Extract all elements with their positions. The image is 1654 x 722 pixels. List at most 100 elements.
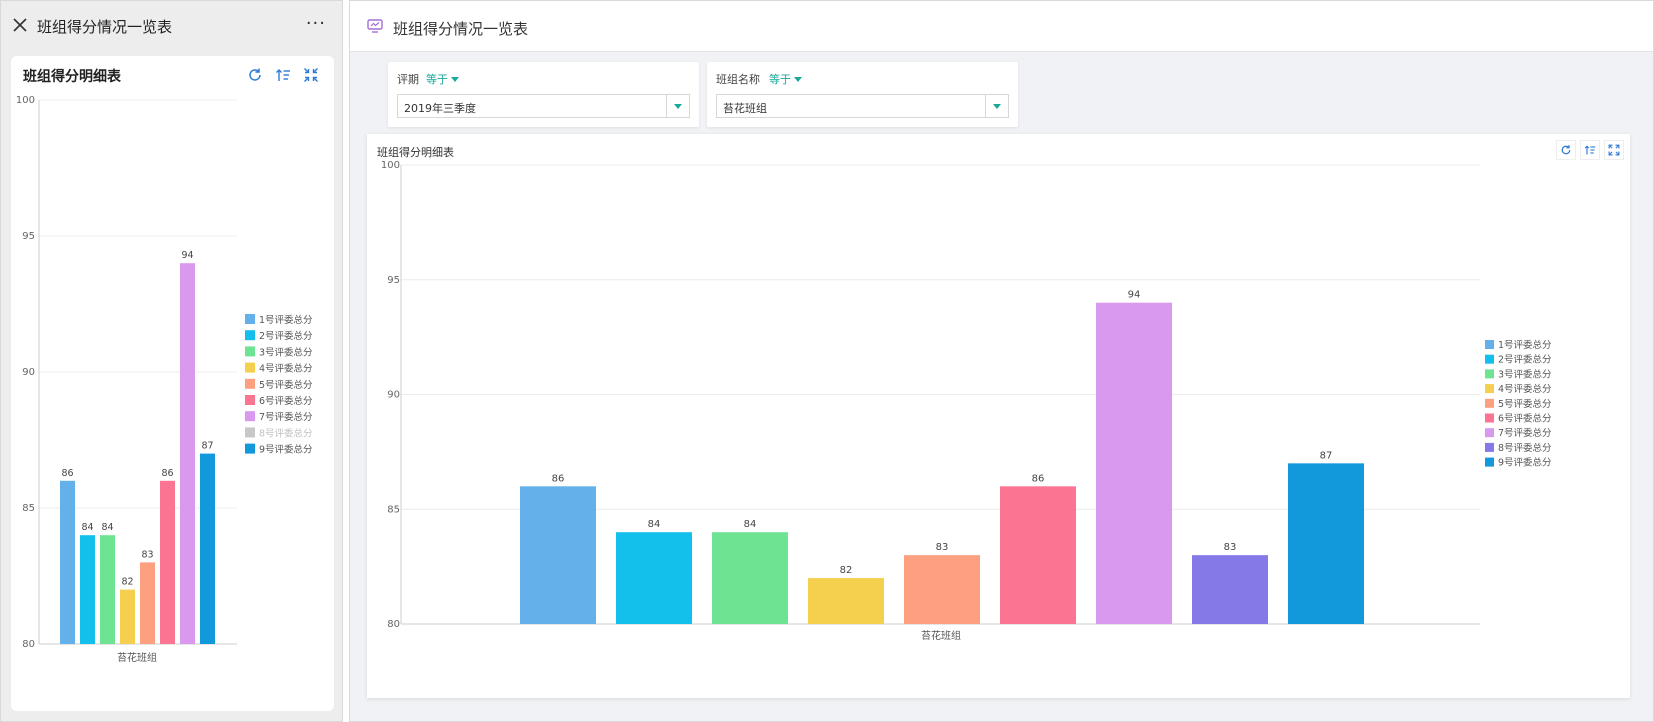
bar-7 <box>180 263 195 644</box>
bar-value-label: 86 <box>552 473 565 484</box>
chart-card-title: 班组得分明细表 <box>377 146 454 159</box>
close-icon[interactable] <box>13 18 27 32</box>
expand-icon[interactable] <box>1604 140 1624 160</box>
bar-8 <box>1192 555 1268 624</box>
bar-value-label: 86 <box>61 468 73 479</box>
bar-value-label: 84 <box>744 519 757 530</box>
dropdown-arrow-icon[interactable] <box>985 95 1008 117</box>
bar-value-label: 94 <box>181 250 193 261</box>
bar-4 <box>808 578 884 624</box>
legend-item: 4号评委总分 <box>1498 383 1552 395</box>
dashboard-header: 班组得分情况一览表 <box>350 1 1653 52</box>
bar-value-label: 82 <box>840 565 853 576</box>
bar-9 <box>1288 463 1364 624</box>
mobile-preview-panel: 班组得分情况一览表 ··· 班组得分明细表 80 85 90 95 100 86… <box>0 0 343 722</box>
mobile-header: 班组得分情况一览表 ··· <box>1 1 342 51</box>
bar-value-label: 94 <box>1128 290 1141 301</box>
y-tick-label: 95 <box>387 275 400 286</box>
y-tick-label: 90 <box>387 390 400 401</box>
dropdown-arrow-icon[interactable] <box>666 95 689 117</box>
caret-down-icon <box>794 76 802 82</box>
y-tick-label: 85 <box>22 503 35 514</box>
legend-item: 7号评委总分 <box>259 411 313 423</box>
bar-5 <box>140 562 155 644</box>
legend-swatch <box>1485 428 1494 438</box>
bar-value-label: 86 <box>1032 473 1045 484</box>
legend-item: 9号评委总分 <box>1498 457 1552 469</box>
chart-card: 80 85 90 95 100 86 84 84 82 83 86 94 83 87 苔花班组 1号评委总分 2… <box>367 134 1630 698</box>
bar-value-label: 83 <box>936 542 949 553</box>
bar-value-label: 84 <box>81 522 93 533</box>
y-tick-label: 100 <box>16 96 35 106</box>
filter-period-label: 评期 <box>397 73 419 86</box>
legend-swatch <box>1485 413 1494 423</box>
bar-value-label: 87 <box>1320 450 1333 461</box>
legend-swatch <box>1485 369 1494 379</box>
legend-item: 2号评委总分 <box>259 330 313 342</box>
bar-4 <box>120 589 135 644</box>
mobile-bar-chart: 80 85 90 95 100 86 84 84 82 83 86 94 87 苔花班组 1号评委总分 2号评… <box>16 96 313 664</box>
legend-swatch <box>1485 340 1494 349</box>
legend-item: 7号评委总分 <box>1498 427 1552 439</box>
bar-value-label: 87 <box>201 441 213 452</box>
filter-period-operator[interactable]: 等于 <box>426 71 459 87</box>
legend-item: 6号评委总分 <box>1498 413 1552 425</box>
y-tick-label: 90 <box>22 367 35 378</box>
filter-period-select[interactable]: 2019年三季度 <box>397 94 690 118</box>
legend-swatch <box>245 330 255 341</box>
legend-swatch <box>245 314 255 324</box>
legend-swatch <box>1485 457 1494 467</box>
legend-swatch <box>245 362 255 373</box>
bar-5 <box>904 555 980 624</box>
bar-value-label: 84 <box>101 522 113 533</box>
filter-period-value: 2019年三季度 <box>404 102 476 115</box>
mobile-page-title: 班组得分情况一览表 <box>37 18 173 36</box>
bar-6 <box>1000 486 1076 624</box>
bar-3 <box>712 532 788 624</box>
legend-swatch <box>245 411 255 422</box>
legend-item: 8号评委总分 <box>1498 442 1552 454</box>
bar-chart: 80 85 90 95 100 86 84 84 82 83 86 94 83 87 苔花班组 1号评委总分 2… <box>381 160 1552 642</box>
bar-3 <box>100 535 115 644</box>
bar-2 <box>80 535 95 644</box>
y-tick-label: 80 <box>387 619 400 630</box>
dashboard-panel: 班组得分情况一览表 评期 等于 2019年三季度 班组名称 等于 苔花班组 80… <box>349 0 1654 722</box>
x-category-label: 苔花班组 <box>921 629 961 642</box>
filter-team-operator-label: 等于 <box>769 73 791 86</box>
bar-value-label: 83 <box>1224 542 1237 553</box>
filter-team-select[interactable]: 苔花班组 <box>716 94 1009 118</box>
legend-item: 3号评委总分 <box>1498 368 1552 380</box>
bar-value-label: 84 <box>648 519 661 530</box>
bar-value-label: 83 <box>141 549 153 560</box>
filter-team: 班组名称 等于 苔花班组 <box>707 62 1018 127</box>
legend-item: 4号评委总分 <box>259 363 313 375</box>
bar-2 <box>616 532 692 624</box>
legend-swatch <box>245 395 255 405</box>
legend-swatch <box>1485 442 1494 452</box>
bar-7 <box>1096 302 1172 624</box>
legend-swatch <box>1485 354 1494 364</box>
refresh-icon[interactable] <box>1556 140 1576 160</box>
legend-item: 5号评委总分 <box>259 379 313 391</box>
legend-swatch <box>245 378 255 389</box>
refresh-icon[interactable] <box>246 66 264 84</box>
legend-item: 8号评委总分 <box>259 427 313 439</box>
sort-icon[interactable] <box>1580 140 1600 160</box>
bar-value-label: 86 <box>161 468 173 479</box>
legend-swatch <box>1485 384 1494 394</box>
filter-team-label: 班组名称 <box>716 73 760 86</box>
filter-team-operator[interactable]: 等于 <box>769 71 802 87</box>
legend-item: 6号评委总分 <box>259 395 313 407</box>
legend-item: 1号评委总分 <box>259 314 313 326</box>
legend-item: 2号评委总分 <box>1498 354 1552 366</box>
filter-period-operator-label: 等于 <box>426 73 448 86</box>
collapse-icon[interactable] <box>302 66 320 84</box>
y-tick-label: 100 <box>381 160 400 171</box>
sort-icon[interactable] <box>274 66 292 84</box>
mobile-chart-card: 班组得分明细表 80 85 90 95 100 86 84 84 82 83 8… <box>11 56 334 711</box>
caret-down-icon <box>451 76 459 82</box>
mobile-chart-title: 班组得分明细表 <box>23 69 121 85</box>
legend-item: 5号评委总分 <box>1498 398 1552 410</box>
legend-item: 9号评委总分 <box>259 444 313 456</box>
more-menu-icon[interactable]: ··· <box>306 13 326 34</box>
